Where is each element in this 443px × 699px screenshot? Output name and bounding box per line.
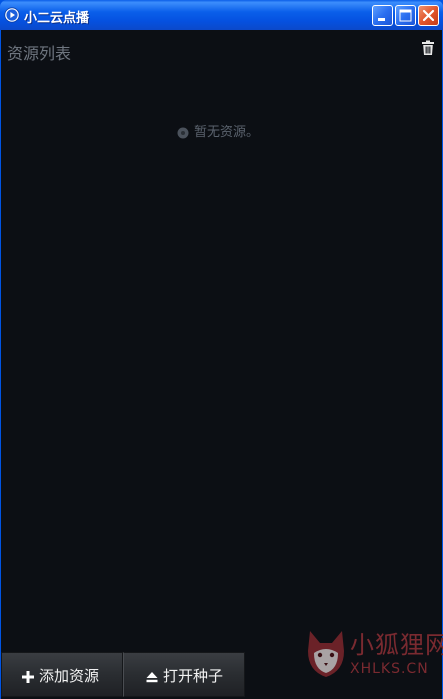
close-icon bbox=[422, 9, 435, 22]
clear-list-button[interactable] bbox=[421, 40, 435, 56]
watermark-url: XHLKS.CN bbox=[350, 661, 429, 677]
info-circle-icon bbox=[177, 124, 189, 139]
add-resource-label: 添加资源 bbox=[39, 667, 100, 685]
title-bar[interactable]: 小二云点播 bbox=[0, 0, 443, 30]
watermark-text: 小狐狸网 bbox=[350, 631, 443, 659]
open-torrent-button[interactable]: 打开种子 bbox=[123, 652, 245, 697]
play-icon bbox=[4, 7, 20, 23]
empty-message: 暂无资源。 bbox=[194, 125, 260, 140]
close-button[interactable] bbox=[418, 5, 439, 26]
fox-logo-icon bbox=[304, 627, 348, 681]
trash-icon bbox=[422, 40, 434, 55]
panel-title: 资源列表 bbox=[7, 44, 72, 63]
maximize-icon bbox=[399, 9, 412, 22]
minimize-icon bbox=[378, 18, 385, 21]
app-window: 小二云点播 资源列表 暂无资源。 添加资源 打开种子 小狐狸网 XHLKS.CN bbox=[0, 0, 443, 699]
open-torrent-label: 打开种子 bbox=[163, 667, 224, 685]
resource-panel: 资源列表 暂无资源。 添加资源 打开种子 bbox=[1, 30, 442, 699]
eject-icon bbox=[146, 669, 158, 683]
add-resource-button[interactable]: 添加资源 bbox=[1, 652, 123, 697]
minimize-button[interactable] bbox=[372, 5, 393, 26]
window-title: 小二云点播 bbox=[24, 11, 90, 26]
action-bar: 添加资源 打开种子 bbox=[1, 652, 245, 699]
watermark: 小狐狸网 XHLKS.CN bbox=[300, 615, 443, 699]
plus-icon bbox=[22, 669, 34, 683]
maximize-button[interactable] bbox=[395, 5, 416, 26]
